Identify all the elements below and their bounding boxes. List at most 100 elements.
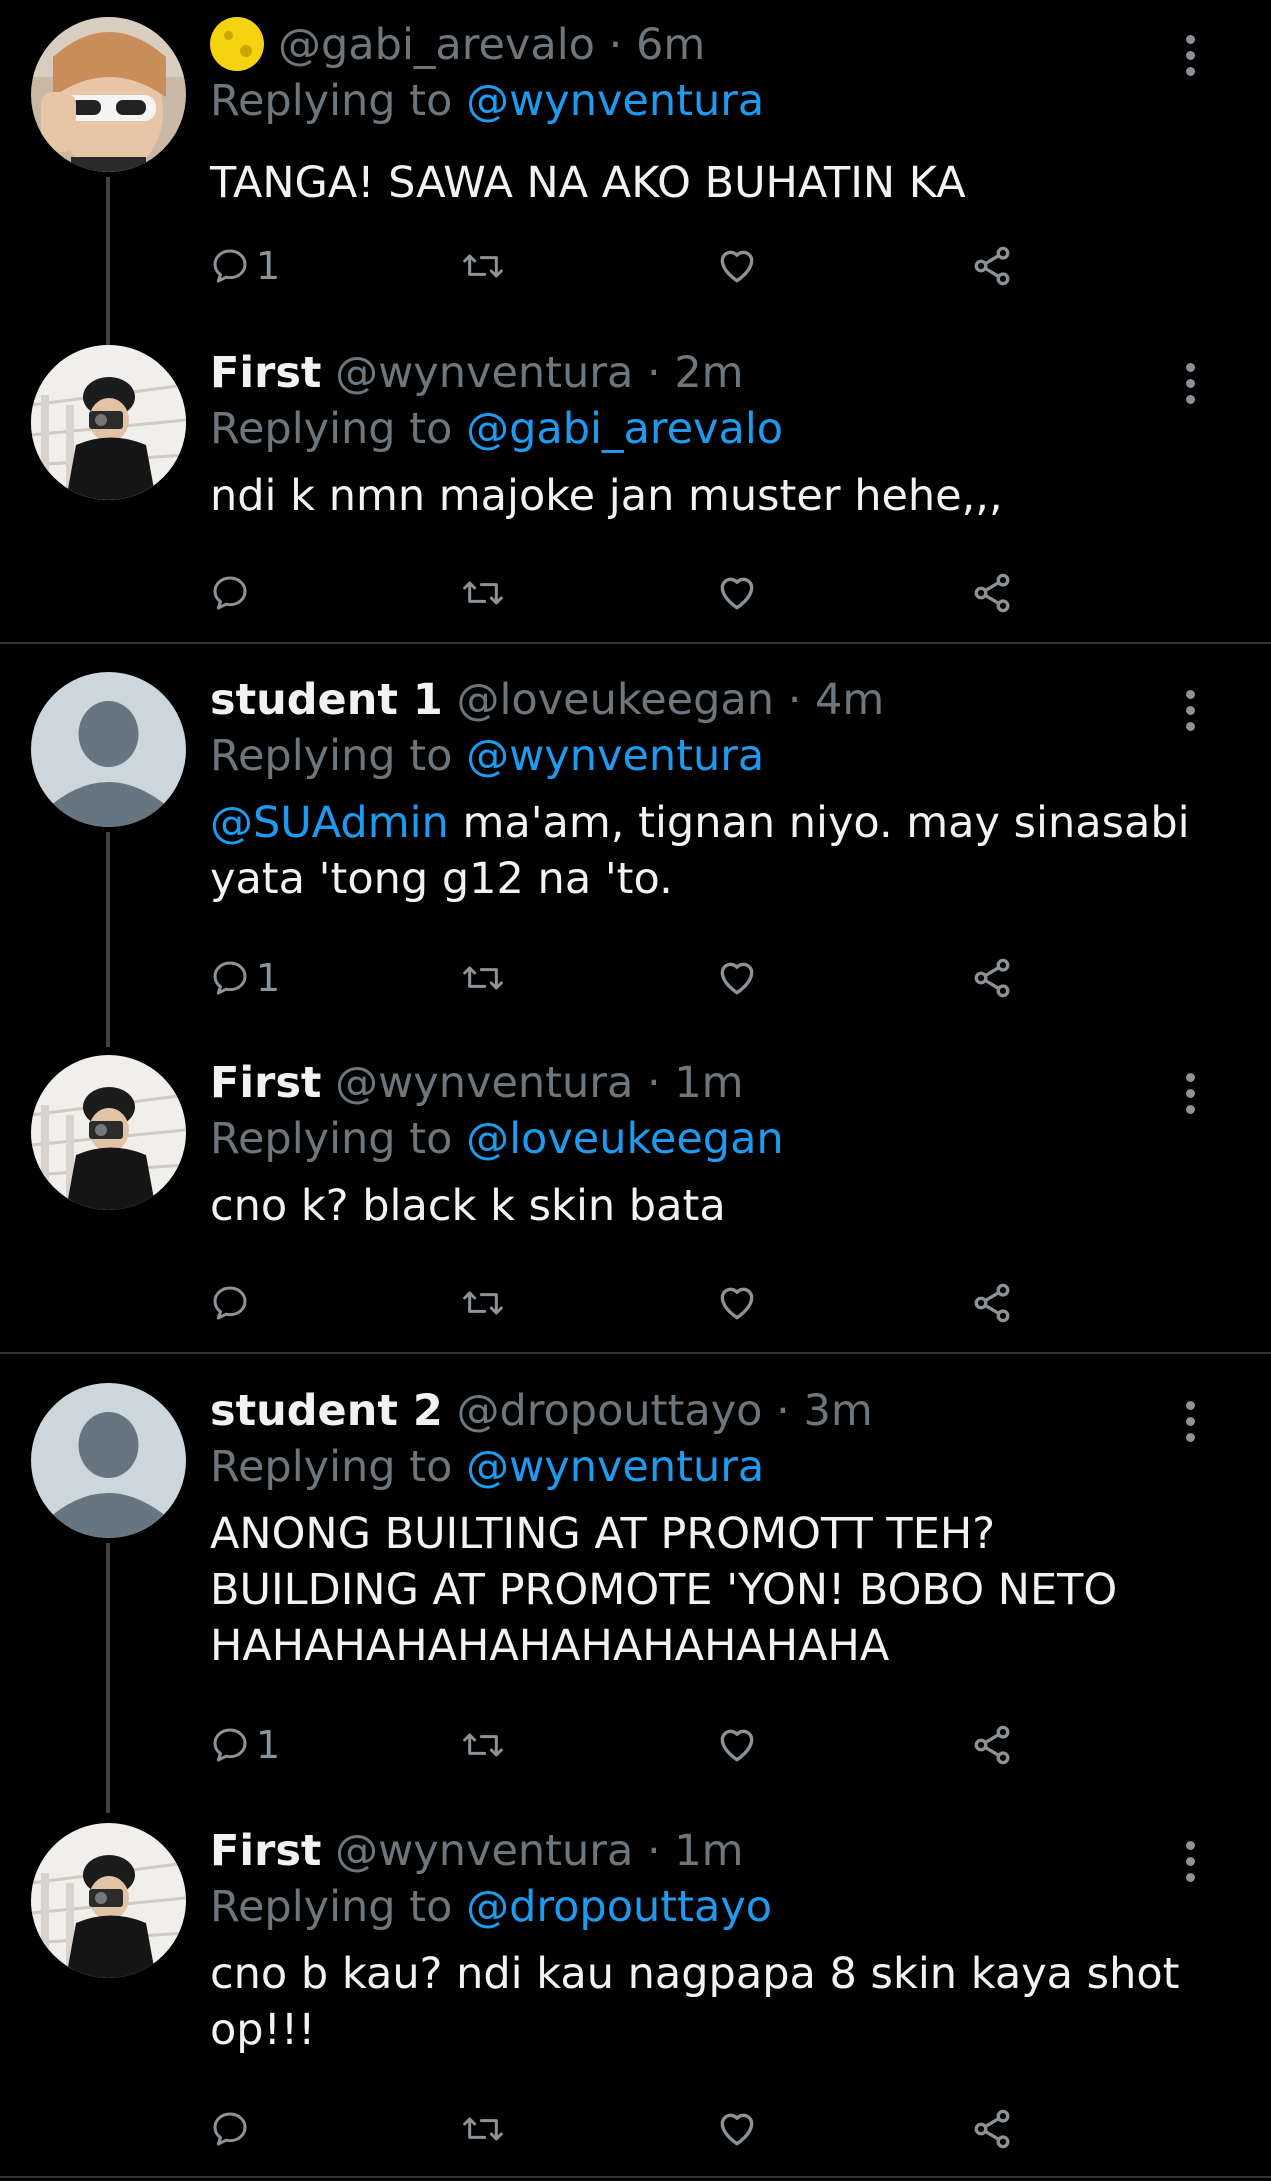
- tweet[interactable]: student 2 @dropouttayo · 3m Replying to …: [0, 1383, 1271, 1823]
- retweet-button[interactable]: [461, 948, 505, 1008]
- tweet[interactable]: student 1 @loveukeegan · 4m Replying to …: [0, 672, 1271, 1047]
- handle[interactable]: @wynventura: [335, 348, 633, 398]
- share-button[interactable]: [970, 1273, 1014, 1333]
- tweet[interactable]: First @wynventura · 1m Replying to @love…: [0, 1055, 1271, 1355]
- like-button[interactable]: [715, 2099, 759, 2159]
- share-button[interactable]: [970, 1715, 1014, 1775]
- reply-count: 1: [256, 956, 281, 1000]
- handle[interactable]: @gabi_arevalo: [278, 20, 595, 70]
- reply-button[interactable]: 1: [210, 1715, 280, 1775]
- mention-link[interactable]: @SUAdmin: [210, 798, 449, 848]
- replying-to: Replying to @wynventura: [210, 73, 764, 129]
- thread-line: [106, 832, 110, 1047]
- heart-icon: [720, 1729, 754, 1762]
- tweet-text: cno k? black k skin bata: [210, 1178, 1220, 1234]
- tweet-text-line: op!!!: [210, 2005, 316, 2055]
- handle[interactable]: @wynventura: [335, 1058, 633, 1108]
- share-icon: [974, 1725, 1010, 1765]
- handle[interactable]: @wynventura: [335, 1826, 633, 1876]
- display-name[interactable]: student 2: [210, 1386, 443, 1436]
- avatar[interactable]: [31, 17, 186, 172]
- heart-icon: [720, 962, 754, 995]
- timestamp[interactable]: 4m: [815, 675, 884, 725]
- retweet-icon: [463, 581, 503, 605]
- tweet-header: First @wynventura · 2m: [210, 345, 744, 401]
- share-button[interactable]: [970, 2099, 1014, 2159]
- heart-icon: [720, 577, 754, 610]
- share-icon: [974, 958, 1010, 998]
- replying-handle[interactable]: @dropouttayo: [466, 1882, 772, 1932]
- handle[interactable]: @loveukeegan: [456, 675, 774, 725]
- share-button[interactable]: [970, 563, 1014, 623]
- tweet[interactable]: @gabi_arevalo · 6m Replying to @wynventu…: [0, 17, 1271, 357]
- tweet-text-line: @SUAdmin ma'am, tignan niyo. may sinasab…: [210, 798, 1190, 848]
- tweet-header: student 1 @loveukeegan · 4m: [210, 672, 884, 728]
- reply-button[interactable]: 1: [210, 948, 280, 1008]
- separator: ·: [646, 1058, 661, 1108]
- like-button[interactable]: [715, 948, 759, 1008]
- replying-handle[interactable]: @gabi_arevalo: [466, 404, 783, 454]
- replying-handle[interactable]: @wynventura: [466, 731, 764, 781]
- more-vertical-icon[interactable]: [1172, 682, 1208, 738]
- retweet-button[interactable]: [461, 1715, 505, 1775]
- moon-emoji: [210, 17, 264, 71]
- reply-button[interactable]: [210, 2099, 256, 2159]
- display-name[interactable]: First: [210, 1826, 321, 1876]
- tweet-actions: [0, 1273, 1271, 1333]
- replying-prefix: Replying to: [210, 76, 467, 126]
- timestamp[interactable]: 6m: [636, 20, 705, 70]
- like-button[interactable]: [715, 563, 759, 623]
- tweet-text: ndi k nmn majoke jan muster hehe,,,: [210, 468, 1220, 524]
- display-name[interactable]: First: [210, 1058, 321, 1108]
- avatar[interactable]: [31, 672, 186, 827]
- tweet-header: student 2 @dropouttayo · 3m: [210, 1383, 873, 1439]
- separator: ·: [787, 675, 802, 725]
- share-button[interactable]: [970, 236, 1014, 296]
- more-vertical-icon[interactable]: [1172, 1393, 1208, 1449]
- replying-prefix: Replying to: [210, 1114, 467, 1164]
- tweet-actions: 1: [0, 236, 1271, 296]
- tweet-actions: [0, 2099, 1271, 2159]
- timestamp[interactable]: 1m: [674, 1826, 743, 1876]
- display-name[interactable]: student 1: [210, 675, 443, 725]
- more-vertical-icon[interactable]: [1172, 1833, 1208, 1889]
- avatar[interactable]: [31, 1383, 186, 1538]
- retweet-button[interactable]: [461, 1273, 505, 1333]
- replying-handle[interactable]: @loveukeegan: [466, 1114, 784, 1164]
- display-name[interactable]: First: [210, 348, 321, 398]
- tweet-text-line: ndi k nmn majoke jan muster hehe,,,: [210, 471, 1003, 521]
- divider: [0, 1352, 1271, 1354]
- timestamp[interactable]: 3m: [803, 1386, 872, 1436]
- more-vertical-icon[interactable]: [1172, 1065, 1208, 1121]
- retweet-icon: [463, 1291, 503, 1315]
- share-button[interactable]: [970, 948, 1014, 1008]
- tweet-text-line: TANGA! SAWA NA AKO BUHATIN KA: [210, 158, 966, 208]
- retweet-button[interactable]: [461, 2099, 505, 2159]
- like-button[interactable]: [715, 1715, 759, 1775]
- avatar[interactable]: [31, 345, 186, 500]
- more-vertical-icon[interactable]: [1172, 27, 1208, 83]
- replying-handle[interactable]: @wynventura: [466, 1442, 764, 1492]
- reply-button[interactable]: [210, 1273, 256, 1333]
- like-button[interactable]: [715, 1273, 759, 1333]
- avatar[interactable]: [31, 1823, 186, 1978]
- separator: ·: [646, 1826, 661, 1876]
- share-icon: [974, 2109, 1010, 2149]
- timestamp[interactable]: 2m: [674, 348, 743, 398]
- reply-button[interactable]: [210, 563, 256, 623]
- avatar[interactable]: [31, 1055, 186, 1210]
- like-button[interactable]: [715, 236, 759, 296]
- replying-handle[interactable]: @wynventura: [466, 76, 764, 126]
- retweet-button[interactable]: [461, 563, 505, 623]
- handle[interactable]: @dropouttayo: [456, 1386, 762, 1436]
- reply-button[interactable]: 1: [210, 236, 280, 296]
- separator: ·: [776, 1386, 790, 1436]
- tweet-text-line: cno k? black k skin bata: [210, 1181, 726, 1231]
- timestamp[interactable]: 1m: [674, 1058, 743, 1108]
- more-vertical-icon[interactable]: [1172, 355, 1208, 411]
- tweet[interactable]: First @wynventura · 1m Replying to @drop…: [0, 1823, 1271, 2178]
- retweet-button[interactable]: [461, 236, 505, 296]
- tweet[interactable]: First @wynventura · 2m Replying to @gabi…: [0, 345, 1271, 645]
- separator: ·: [646, 348, 661, 398]
- reply-icon: [213, 249, 247, 283]
